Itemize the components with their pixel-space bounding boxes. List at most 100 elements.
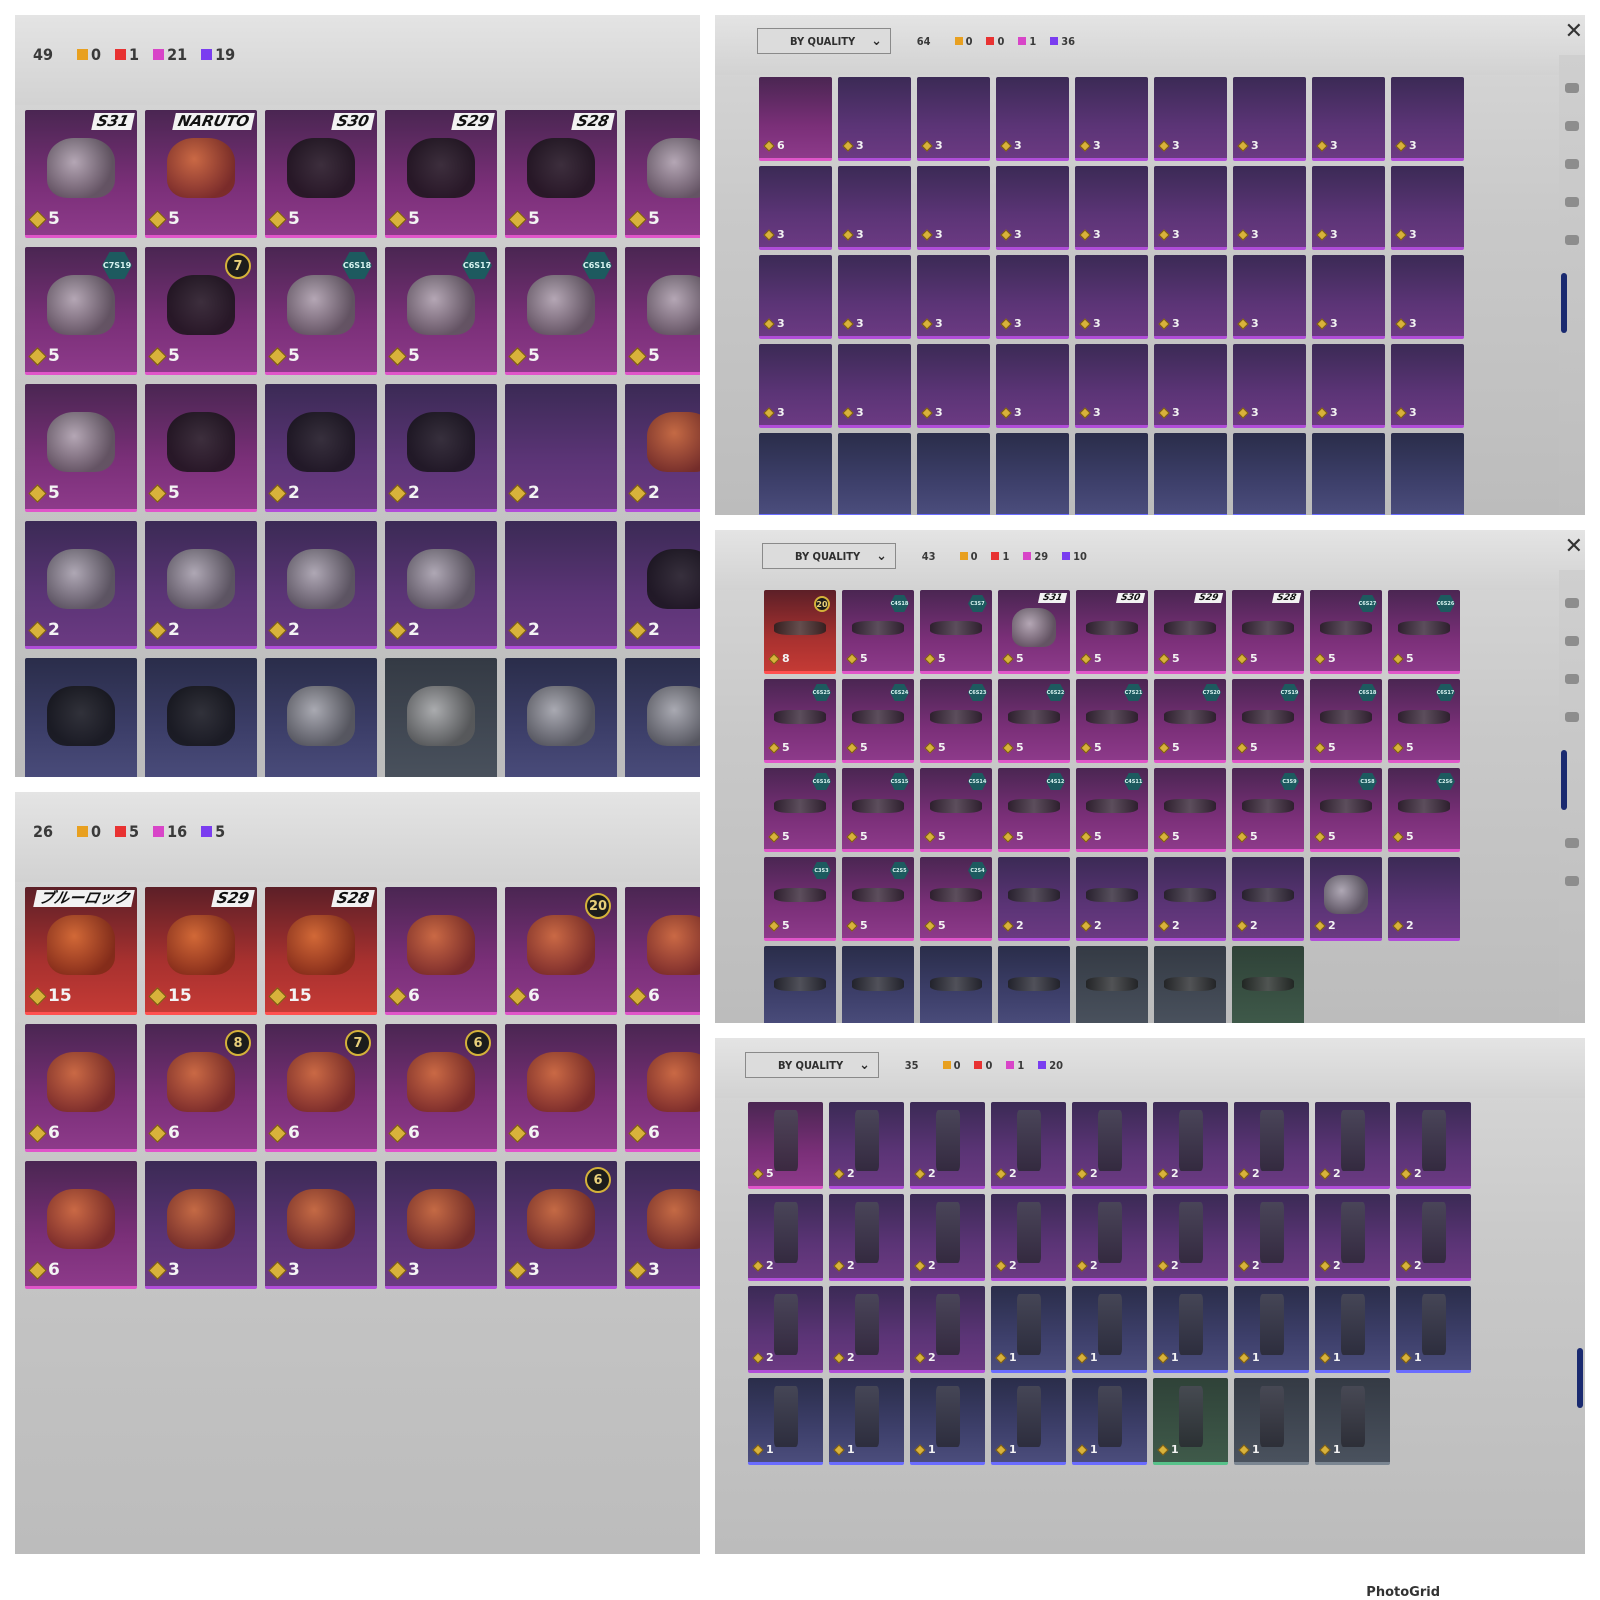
item-card[interactable]: 3 (625, 1161, 700, 1289)
item-card[interactable] (1154, 946, 1226, 1023)
item-card[interactable]: 2 (265, 521, 377, 649)
item-card[interactable]: 6 (625, 1024, 700, 1152)
item-card[interactable]: 3 (996, 255, 1069, 339)
item-card[interactable]: 3 (1233, 77, 1306, 161)
item-card[interactable]: 3 (759, 166, 832, 250)
item-card[interactable] (625, 658, 700, 777)
item-card[interactable]: 6 (385, 887, 497, 1015)
item-card[interactable]: 2 (910, 1286, 985, 1373)
item-card[interactable]: 2 (145, 521, 257, 649)
item-card[interactable]: 1 (1315, 1378, 1390, 1465)
item-card[interactable]: 1 (991, 1286, 1066, 1373)
item-card[interactable]: 3 (838, 255, 911, 339)
item-card[interactable]: 6 (25, 1161, 137, 1289)
item-card[interactable] (842, 946, 914, 1023)
item-card[interactable]: 2 (991, 1102, 1066, 1189)
close-icon[interactable]: ✕ (1565, 534, 1583, 559)
item-card[interactable]: 5 (145, 384, 257, 512)
item-card[interactable]: 3 (1233, 166, 1306, 250)
item-card[interactable]: 3 (996, 344, 1069, 428)
item-card[interactable]: 5 (25, 384, 137, 512)
item-card[interactable]: 2 (829, 1102, 904, 1189)
item-card[interactable]: 2 (748, 1194, 823, 1281)
item-card[interactable]: 2 (385, 521, 497, 649)
sort-dropdown[interactable]: BY QUALITY ⌄ (757, 28, 891, 54)
item-card[interactable]: 2 (1232, 857, 1304, 941)
item-card[interactable]: 1 (1072, 1286, 1147, 1373)
item-card[interactable]: S30 5 (265, 110, 377, 238)
item-card[interactable]: 3 (1391, 166, 1464, 250)
item-card[interactable]: ブルーロック 15 (25, 887, 137, 1015)
item-card[interactable]: 3 (265, 1161, 377, 1289)
item-card[interactable] (505, 658, 617, 777)
item-card[interactable]: 2 (1153, 1194, 1228, 1281)
item-card[interactable]: 2 (1072, 1194, 1147, 1281)
item-card[interactable]: 3 (1312, 344, 1385, 428)
item-card[interactable]: S31 5 (25, 110, 137, 238)
item-card[interactable] (1076, 946, 1148, 1023)
item-card[interactable]: 76 (265, 1024, 377, 1152)
sort-dropdown[interactable]: BY QUALITY ⌄ (762, 543, 896, 569)
item-card[interactable]: 2 (1396, 1102, 1471, 1189)
item-card[interactable]: C6S26 5 (1388, 590, 1460, 674)
item-card[interactable]: 6 (759, 77, 832, 161)
item-card[interactable]: 2 (1153, 1102, 1228, 1189)
item-card[interactable]: 2 (1154, 857, 1226, 941)
item-card[interactable]: 1 (910, 1378, 985, 1465)
item-card[interactable]: 2 (1315, 1194, 1390, 1281)
close-icon[interactable]: ✕ (1565, 19, 1583, 44)
item-card[interactable]: S28 5 (1232, 590, 1304, 674)
item-card[interactable]: 3 (1312, 255, 1385, 339)
item-card[interactable]: 1 (1153, 1378, 1228, 1465)
item-card[interactable]: S29 5 (385, 110, 497, 238)
item-card[interactable]: C6S17 5 (1388, 679, 1460, 763)
item-card[interactable]: 2 (1315, 1102, 1390, 1189)
item-card[interactable]: C6S16 5 (505, 247, 617, 375)
item-card[interactable]: C2S6 5 (1388, 768, 1460, 852)
item-card[interactable]: 3 (1154, 255, 1227, 339)
item-card[interactable]: 3 (1233, 255, 1306, 339)
item-card[interactable]: 1 (1396, 1286, 1471, 1373)
item-card[interactable]: 86 (145, 1024, 257, 1152)
item-card[interactable] (764, 946, 836, 1023)
item-card[interactable]: 6 (505, 1024, 617, 1152)
item-card[interactable]: 20 6 (505, 887, 617, 1015)
item-card[interactable]: S28 5 (505, 110, 617, 238)
category-rail[interactable] (1559, 55, 1585, 515)
item-card[interactable]: 2 (1234, 1194, 1309, 1281)
item-card[interactable]: 3 (838, 77, 911, 161)
item-card[interactable]: C4S11 5 (1076, 768, 1148, 852)
item-card[interactable]: S31 5 (998, 590, 1070, 674)
item-card[interactable]: 3 (1312, 77, 1385, 161)
item-card[interactable]: 3 (1154, 77, 1227, 161)
item-card[interactable]: 3 (917, 255, 990, 339)
item-card[interactable] (759, 433, 832, 515)
item-card[interactable] (1391, 433, 1464, 515)
item-card[interactable]: 3 (917, 344, 990, 428)
item-card[interactable]: 2 (998, 857, 1070, 941)
item-card[interactable]: 2 (1396, 1194, 1471, 1281)
item-card[interactable] (838, 433, 911, 515)
item-card[interactable]: C6S22 5 (998, 679, 1070, 763)
item-card[interactable]: 3 (1075, 77, 1148, 161)
sort-dropdown[interactable]: BY QUALITY ⌄ (745, 1052, 879, 1078)
item-card[interactable]: 3 (759, 255, 832, 339)
item-card[interactable]: 2 (505, 521, 617, 649)
item-card[interactable]: 2 (625, 384, 700, 512)
item-card[interactable]: 1 (1072, 1378, 1147, 1465)
item-card[interactable]: 3 (1075, 166, 1148, 250)
item-card[interactable]: 2 (1234, 1102, 1309, 1189)
item-card[interactable]: 1 (991, 1378, 1066, 1465)
item-card[interactable]: 3 (145, 1161, 257, 1289)
item-card[interactable]: 2 (1310, 857, 1382, 941)
item-card[interactable]: 5 (625, 247, 700, 375)
item-card[interactable]: 3 (1075, 255, 1148, 339)
item-card[interactable]: S30 5 (1076, 590, 1148, 674)
item-card[interactable]: 2 (829, 1286, 904, 1373)
item-card[interactable]: 3 (1154, 166, 1227, 250)
item-card[interactable]: 2 (910, 1194, 985, 1281)
item-card[interactable]: 3 (1154, 344, 1227, 428)
item-card[interactable]: 3 (996, 166, 1069, 250)
item-card[interactable]: 2 (1388, 857, 1460, 941)
item-card[interactable]: C6S27 5 (1310, 590, 1382, 674)
